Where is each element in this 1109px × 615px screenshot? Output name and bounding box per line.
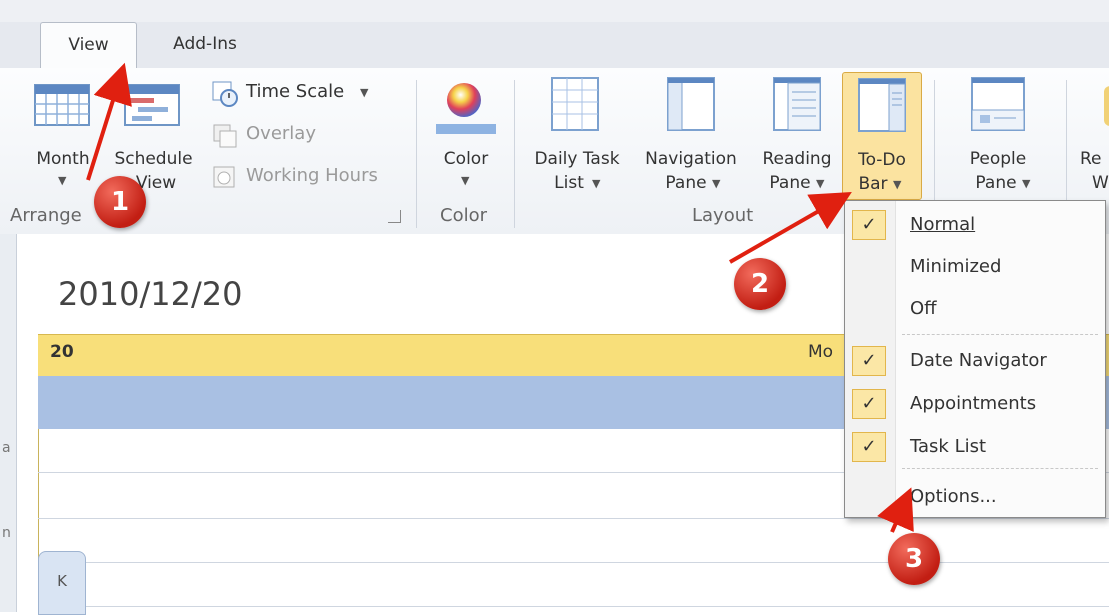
annotation-arrow-1 — [86, 62, 132, 181]
annotation-badge-1: 1 — [94, 176, 146, 228]
annotation-arrow-3 — [877, 487, 914, 533]
annotation-badge-2: 2 — [734, 258, 786, 310]
annotation-badge-3: 3 — [888, 533, 940, 585]
annotation-arrow-2 — [729, 192, 852, 264]
annotation-arrows — [86, 62, 914, 533]
